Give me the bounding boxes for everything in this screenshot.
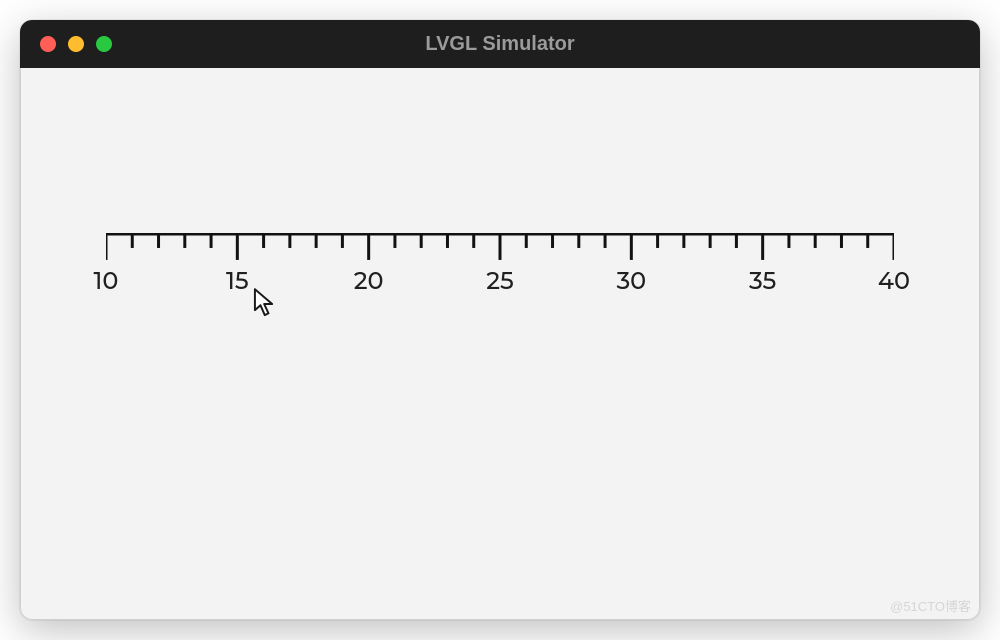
window-controls [20,36,112,52]
scale-tick-label: 30 [611,267,651,296]
maximize-icon[interactable] [96,36,112,52]
scale-tick-label: 25 [480,267,520,296]
titlebar[interactable]: LVGL Simulator [20,20,980,68]
scale-tick-label: 40 [874,267,914,296]
watermark-text: @51CTO博客 [890,596,971,615]
scale-labels-row: 10152025303540 [106,267,894,296]
scale-widget: 10152025303540 [106,233,894,296]
close-icon[interactable] [40,36,56,52]
scale-tick-label: 10 [86,267,126,296]
scale-tick-label: 35 [743,267,783,296]
scale-ticks [106,233,894,263]
simulator-canvas[interactable]: 10 15 20 25 30 35 40 @51CTO博客 [20,68,980,620]
scale-tick-label: 15 [217,267,257,296]
minimize-icon[interactable] [68,36,84,52]
window-title: LVGL Simulator [425,33,574,56]
app-window: LVGL Simulator 10 15 20 25 30 35 40 @51CTO博客 [20,20,980,620]
scale-tick-label: 20 [349,267,389,296]
